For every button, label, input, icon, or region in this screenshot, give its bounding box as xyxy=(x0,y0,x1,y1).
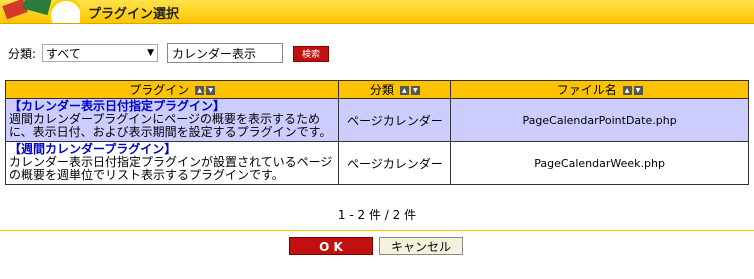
column-header-category: 分類 ▲ ▼ xyxy=(338,80,452,99)
table-row[interactable]: 【カレンダー表示日付指定プラグイン】 週間カレンダープラグインにページの概要を表… xyxy=(4,98,749,142)
search-button[interactable]: 検索 xyxy=(293,46,329,62)
plugin-description: カレンダー表示日付指定プラグインが設置されているページの概要を週単位でリスト表示… xyxy=(9,155,333,182)
filename-cell: PageCalendarPointDate.php xyxy=(450,98,749,142)
category-cell: ページカレンダー xyxy=(338,141,452,185)
sort-desc-icon[interactable]: ▼ xyxy=(206,86,216,95)
cancel-button[interactable]: キャンセル xyxy=(379,237,463,255)
filename-cell: PageCalendarWeek.php xyxy=(450,141,749,185)
keyword-input[interactable] xyxy=(167,43,283,63)
search-row: 分類: すべて ▼ xyxy=(8,43,159,63)
page-title: プラグイン選択 xyxy=(88,7,180,22)
column-header-filename: ファイル名 ▲ ▼ xyxy=(450,80,749,99)
category-select-value: すべて xyxy=(46,46,81,61)
plugin-cell: 【週間カレンダープラグイン】 カレンダー表示日付指定プラグインが設置されているペ… xyxy=(4,141,340,185)
category-cell: ページカレンダー xyxy=(338,98,452,142)
category-label: 分類: xyxy=(8,46,37,61)
sort-asc-icon[interactable]: ▲ xyxy=(399,86,409,95)
table-header-row: プラグイン ▲ ▼ 分類 ▲ ▼ ファイル名 ▲ ▼ xyxy=(4,80,749,99)
plugin-description: 週間カレンダープラグインにページの概要を表示するために、表示日付、および表示期間… xyxy=(9,112,332,139)
plugin-table: プラグイン ▲ ▼ 分類 ▲ ▼ ファイル名 ▲ ▼ 【カレンダー表示日付指定プラグイ… xyxy=(4,80,749,185)
category-select[interactable]: すべて ▼ xyxy=(42,44,159,62)
pagination-text: 1 - 2 件 / 2 件 xyxy=(337,208,417,222)
app-logo xyxy=(0,0,80,23)
table-row[interactable]: 【週間カレンダープラグイン】 カレンダー表示日付指定プラグインが設置されているペ… xyxy=(4,141,749,185)
sort-desc-icon[interactable]: ▼ xyxy=(410,86,420,95)
header-bar: プラグイン選択 xyxy=(0,0,754,24)
sort-asc-icon[interactable]: ▲ xyxy=(195,86,205,95)
ok-button[interactable]: O K xyxy=(289,237,373,255)
column-header-plugin: プラグイン ▲ ▼ xyxy=(4,80,340,99)
sort-asc-icon[interactable]: ▲ xyxy=(622,86,632,95)
chevron-down-icon: ▼ xyxy=(147,48,155,58)
plugin-cell: 【カレンダー表示日付指定プラグイン】 週間カレンダープラグインにページの概要を表… xyxy=(4,98,340,142)
divider xyxy=(0,230,754,231)
sort-desc-icon[interactable]: ▼ xyxy=(633,86,643,95)
